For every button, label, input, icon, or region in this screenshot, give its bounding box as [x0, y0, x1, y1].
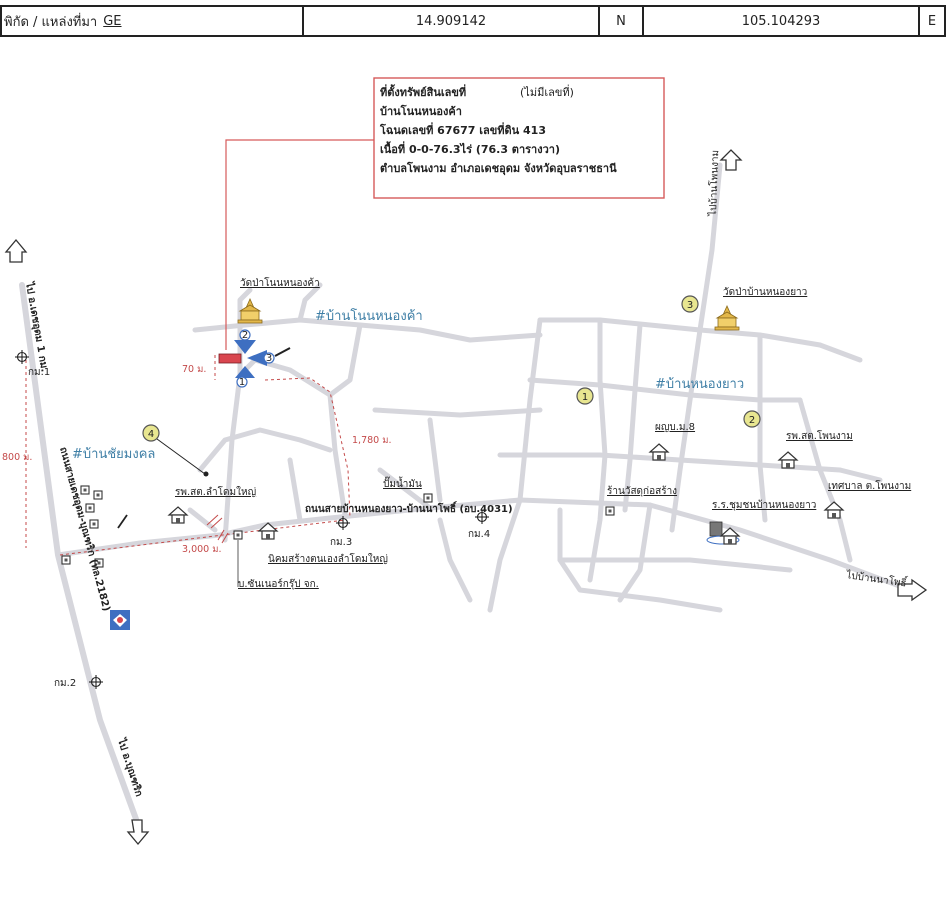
label-to-north: ไปบ้านโพนงาม: [706, 150, 721, 217]
label-tessaban: เทศบาล ต.โพนงาม: [828, 479, 911, 492]
km2-label: กม.2: [54, 678, 76, 689]
label-company: บ.ซันเนอร์กรุ๊ป จก.: [238, 578, 319, 590]
location-map: ที่ตั้งทรัพย์สินเลขที่ (ไม่มีเลขที่) บ้า…: [2, 77, 928, 846]
km1-icon: [14, 349, 30, 365]
label-wat-non: วัดป่าโนนหนองค้า: [240, 276, 320, 289]
arrow-detudom-icon: [4, 238, 28, 263]
label-road-main: ถนนสายบ้านหนองยาว-บ้านนาโพธิ์ (อบ.4031): [305, 501, 513, 515]
num-1: 1: [582, 392, 588, 403]
info-location: ตำบลโพนงาม อำเภอเดชอุดม จังหวัดอุบลราชธา…: [380, 161, 617, 176]
photo-marker-2: 2: [234, 329, 256, 354]
label-shop: ร้านวัสดุก่อสร้าง: [607, 485, 677, 497]
label-wat-nong-yao: วัดป่าบ้านหนองยาว: [723, 286, 807, 298]
village-non-nong-kha: #บ้านโนนหนองค้า: [315, 308, 423, 324]
label-gas: ปั๊มน้ำมัน: [383, 476, 422, 490]
km4-label: กม.4: [468, 529, 490, 540]
distance-70: 70 ม.: [182, 364, 206, 375]
village-chai-mongkhon: #บ้านชัยมงคล: [72, 447, 155, 462]
road-network: [19, 162, 913, 833]
arrow-north-icon: [719, 149, 743, 171]
building-shop-icon: [605, 506, 615, 516]
num-4: 4: [148, 429, 154, 440]
label-school: ร.ร.ชุมชนบ้านหนองยาว: [712, 499, 816, 511]
label-nikhom: นิคมสร้างตนเองลำโดมใหญ่: [268, 552, 388, 565]
label-rps-phon-ngam: รพ.สต.โพนงาม: [786, 429, 853, 442]
distance-3000: 3,000 ม.: [182, 544, 222, 555]
fuel-station-icon: [110, 610, 130, 630]
building-gas-icon: [423, 493, 433, 503]
label-rps-lam: รพ.สต.ลำโดมใหญ่: [175, 485, 256, 498]
photo-marker-3-num: 3: [266, 353, 272, 364]
photo-marker-1-num: 1: [239, 377, 245, 388]
property-info-box: ที่ตั้งทรัพย์สินเลขที่ (ไม่มีเลขที่) บ้า…: [373, 77, 665, 199]
photo-marker-2-num: 2: [242, 330, 248, 341]
info-deed: โฉนดเลขที่ 67677 เลขที่ดิน 413: [379, 122, 546, 137]
info-village: บ้านโนนหนองค้า: [380, 104, 462, 118]
info-title: ที่ตั้งทรัพย์สินเลขที่: [380, 84, 466, 99]
house-tessaban-icon: [824, 501, 844, 519]
num-2: 2: [749, 415, 755, 426]
house-phuyai-icon: [649, 443, 669, 461]
arrow-buntharik-icon: [126, 819, 150, 846]
km3-label: กม.3: [330, 537, 352, 548]
house-rps-lam-icon: [168, 506, 188, 524]
label-to-naphosi: ไปบ้านนาโพธิ์: [845, 567, 910, 590]
distance-800: 800 ม.: [2, 452, 32, 463]
info-note: (ไม่มีเลขที่): [520, 84, 574, 99]
direction-arrows: [4, 149, 928, 846]
house-rps-phon-ngam-icon: [778, 451, 798, 469]
label-phuyai: ผญบ.ม.8: [655, 422, 695, 433]
building-company-icon: [233, 530, 243, 540]
distance-1780: 1,780 ม.: [352, 435, 392, 446]
village-nong-yao: #บ้านหนองยาว: [655, 377, 744, 392]
num-3: 3: [687, 300, 693, 311]
temple-nong-yao-icon: [714, 305, 740, 331]
info-area: เนื้อที่ 0-0-76.3ไร่ (76.3 ตารางวา): [380, 141, 560, 156]
property-parcel: [218, 353, 242, 364]
